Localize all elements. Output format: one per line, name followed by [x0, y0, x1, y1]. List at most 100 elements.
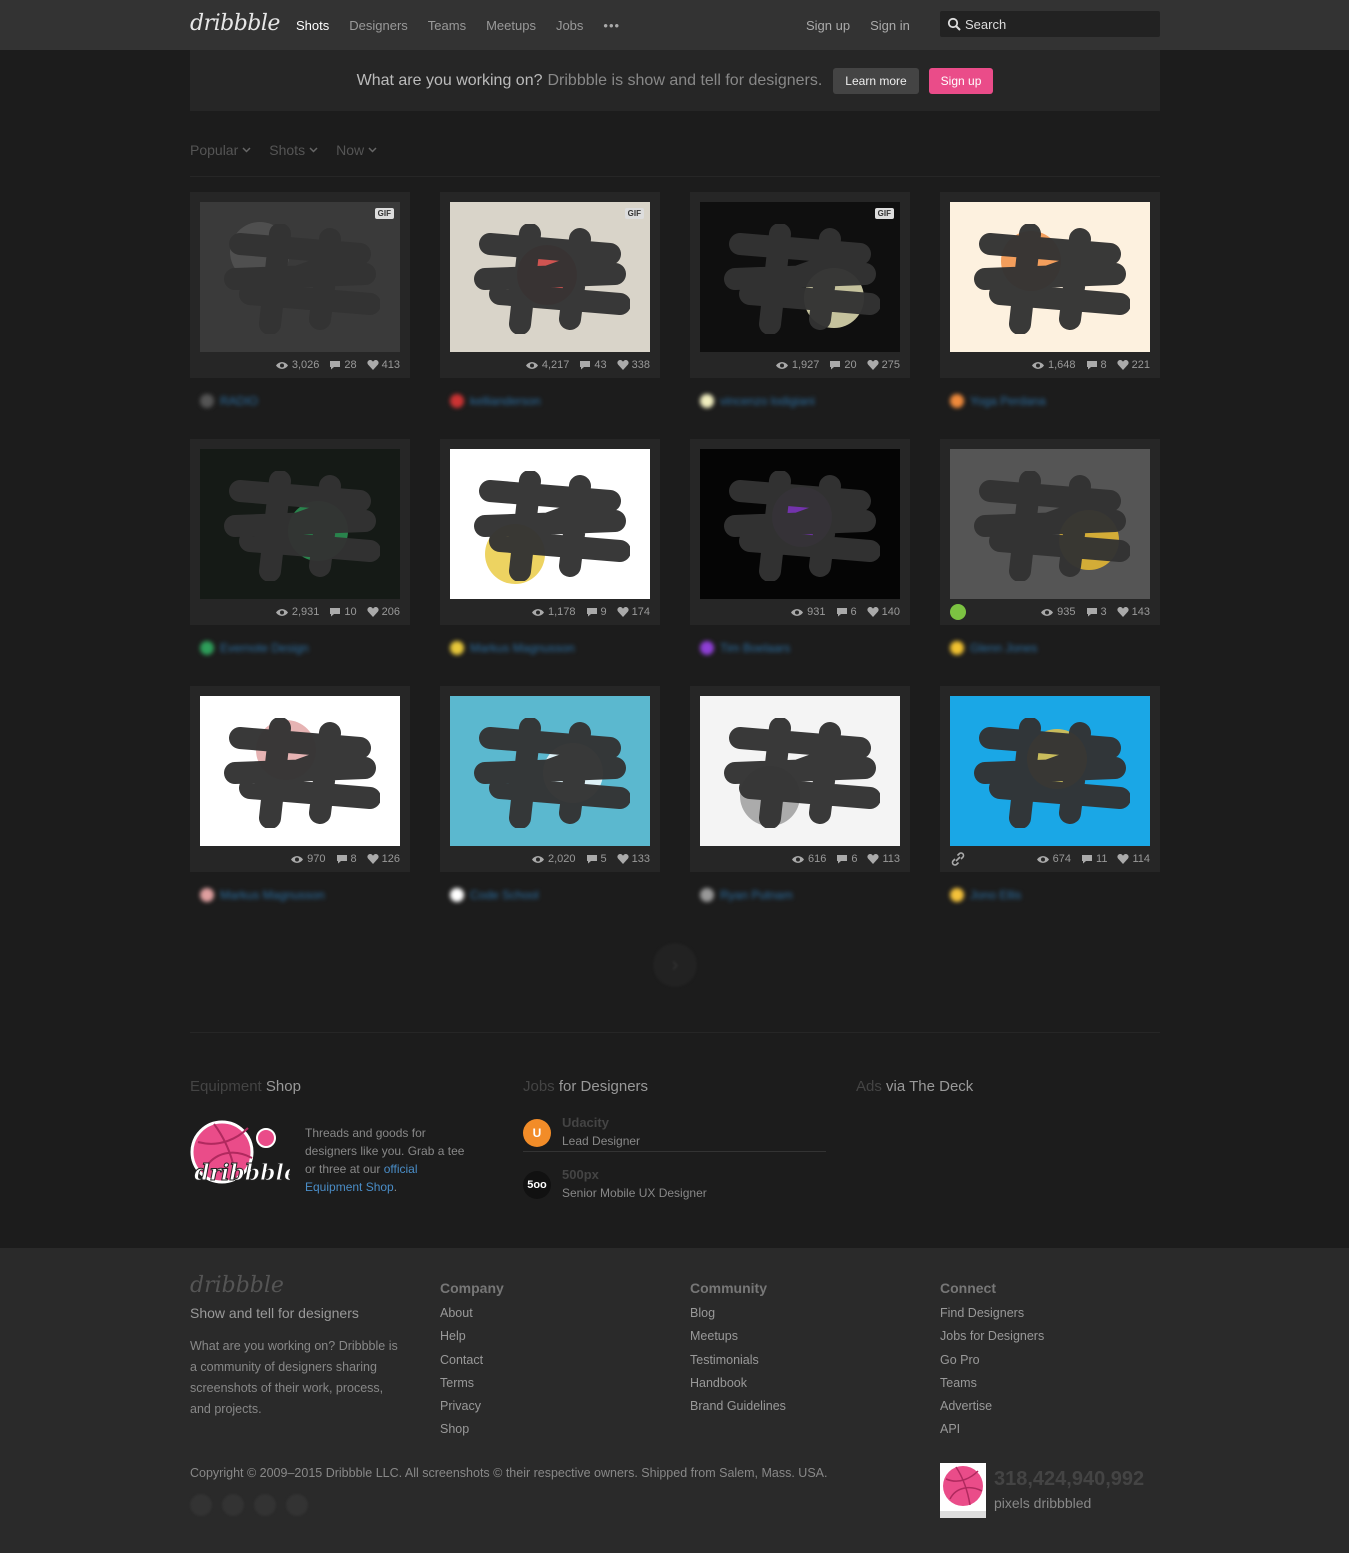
shot-thumbnail[interactable]: [200, 449, 400, 599]
shot-thumbnail[interactable]: GIF: [700, 202, 900, 352]
footer-link-find-designers[interactable]: Find Designers: [940, 1302, 1044, 1325]
header-sign-up-link[interactable]: Sign up: [806, 18, 850, 33]
next-page-button[interactable]: ›: [653, 943, 697, 987]
shot-card[interactable]: 674 11 114: [940, 686, 1160, 872]
footer-link-teams[interactable]: Teams: [940, 1372, 1044, 1395]
author-name: Markus Magnusson: [470, 641, 575, 655]
likes-stat[interactable]: 114: [1117, 853, 1150, 865]
footer-logo[interactable]: dribbble: [190, 1273, 284, 1298]
job-company: 500px: [562, 1167, 599, 1182]
filter-time[interactable]: Now: [336, 142, 377, 158]
shot-card[interactable]: GIF 3,026 28 413: [190, 192, 410, 378]
shot-thumbnail[interactable]: [950, 449, 1150, 599]
pixels-ball-icon: [940, 1463, 986, 1518]
shot-author[interactable]: Evernote Design: [200, 641, 309, 655]
eye-icon: [775, 361, 789, 370]
footer-link-terms[interactable]: Terms: [440, 1372, 504, 1395]
avatar: [450, 394, 464, 408]
footer-link-brand-guidelines[interactable]: Brand Guidelines: [690, 1395, 786, 1418]
filter-type[interactable]: Shots: [269, 142, 318, 158]
shot-thumbnail[interactable]: [450, 696, 650, 846]
nav-jobs[interactable]: Jobs: [556, 18, 583, 33]
likes-stat[interactable]: 275: [867, 359, 900, 371]
likes-count: 140: [881, 606, 900, 618]
rss-icon[interactable]: [286, 1494, 308, 1516]
shot-thumbnail[interactable]: GIF: [450, 202, 650, 352]
likes-stat[interactable]: 133: [617, 853, 650, 865]
likes-stat[interactable]: 413: [367, 359, 400, 371]
search-input[interactable]: [965, 16, 1145, 32]
footer-link-handbook[interactable]: Handbook: [690, 1372, 786, 1395]
shot-author[interactable]: vincenzo lodigiani: [700, 394, 815, 408]
likes-count: 133: [631, 853, 650, 865]
shot-card[interactable]: 2,020 5 133: [440, 686, 660, 872]
facebook-icon[interactable]: [222, 1494, 244, 1516]
shot-thumbnail[interactable]: [700, 696, 900, 846]
shot-thumbnail[interactable]: [450, 449, 650, 599]
nav-teams[interactable]: Teams: [428, 18, 466, 33]
learn-more-button[interactable]: Learn more: [833, 67, 919, 94]
shot-card[interactable]: GIF 1,927 20 275: [690, 192, 910, 378]
shot-thumbnail[interactable]: GIF: [200, 202, 400, 352]
filter-time-label: Now: [336, 142, 365, 158]
shot-author[interactable]: kellianderson: [450, 394, 541, 408]
filter-sort-label: Popular: [190, 142, 239, 158]
twitter-icon[interactable]: [190, 1494, 212, 1516]
likes-stat[interactable]: 221: [1117, 359, 1150, 371]
shot-author[interactable]: Markus Magnusson: [200, 888, 325, 902]
likes-stat[interactable]: 206: [367, 606, 400, 618]
shot-thumbnail[interactable]: [950, 202, 1150, 352]
rebound-icon[interactable]: [950, 604, 966, 620]
shot-author[interactable]: Glenn Jones: [950, 641, 1037, 655]
likes-stat[interactable]: 113: [867, 853, 900, 865]
shot-author[interactable]: Ryan Putnam: [700, 888, 793, 902]
footer-link-help[interactable]: Help: [440, 1325, 504, 1348]
footer-link-contact[interactable]: Contact: [440, 1349, 504, 1372]
shot-card[interactable]: 1,178 9 174: [440, 439, 660, 625]
footer-link-testimonials[interactable]: Testimonials: [690, 1349, 786, 1372]
likes-stat[interactable]: 338: [617, 359, 650, 371]
footer-link-blog[interactable]: Blog: [690, 1302, 786, 1325]
likes-stat[interactable]: 143: [1117, 606, 1150, 618]
shot-author[interactable]: Markus Magnusson: [450, 641, 575, 655]
nav-meetups[interactable]: Meetups: [486, 18, 536, 33]
footer-link-go-pro[interactable]: Go Pro: [940, 1349, 1044, 1372]
shot-card[interactable]: 935 3 143: [940, 439, 1160, 625]
shot-thumbnail[interactable]: [700, 449, 900, 599]
shot-author[interactable]: Jono Ellis: [950, 888, 1021, 902]
shot-thumbnail[interactable]: [200, 696, 400, 846]
footer-link-meetups[interactable]: Meetups: [690, 1325, 786, 1348]
dribbble-ball-logo[interactable]: dribbble: [190, 1118, 290, 1196]
nav-shots[interactable]: Shots: [296, 18, 329, 33]
footer-link-advertise[interactable]: Advertise: [940, 1395, 1044, 1418]
link-icon[interactable]: [950, 851, 966, 867]
footer-link-api[interactable]: API: [940, 1418, 1044, 1441]
shot-thumbnail[interactable]: [950, 696, 1150, 846]
filter-sort[interactable]: Popular: [190, 142, 251, 158]
shot-card[interactable]: 931 6 140: [690, 439, 910, 625]
shot-author[interactable]: RADIO: [200, 394, 258, 408]
dribbble-logo[interactable]: dribbble: [190, 11, 280, 36]
shot-card[interactable]: 616 6 113: [690, 686, 910, 872]
shot-card[interactable]: 970 8 126: [190, 686, 410, 872]
shot-card[interactable]: 2,931 10 206: [190, 439, 410, 625]
footer-link-shop[interactable]: Shop: [440, 1418, 504, 1441]
more-menu-icon[interactable]: •••: [603, 18, 620, 33]
auth-links: Sign up Sign in: [806, 0, 910, 50]
header-sign-in-link[interactable]: Sign in: [870, 18, 910, 33]
likes-stat[interactable]: 174: [617, 606, 650, 618]
nav-designers[interactable]: Designers: [349, 18, 408, 33]
footer-link-jobs[interactable]: Jobs for Designers: [940, 1325, 1044, 1348]
author-name: RADIO: [220, 394, 259, 408]
likes-stat[interactable]: 126: [367, 853, 400, 865]
promo-sign-up-button[interactable]: Sign up: [928, 67, 994, 94]
footer-link-privacy[interactable]: Privacy: [440, 1395, 504, 1418]
shot-author[interactable]: Yoga Perdana: [950, 394, 1046, 408]
likes-stat[interactable]: 140: [867, 606, 900, 618]
shot-card[interactable]: GIF 4,217 43 338: [440, 192, 660, 378]
shot-card[interactable]: 1,648 8 221: [940, 192, 1160, 378]
shot-author[interactable]: Tim Boelaars: [700, 641, 790, 655]
shot-author[interactable]: Code School: [450, 888, 539, 902]
footer-link-about[interactable]: About: [440, 1302, 504, 1325]
instagram-icon[interactable]: [254, 1494, 276, 1516]
